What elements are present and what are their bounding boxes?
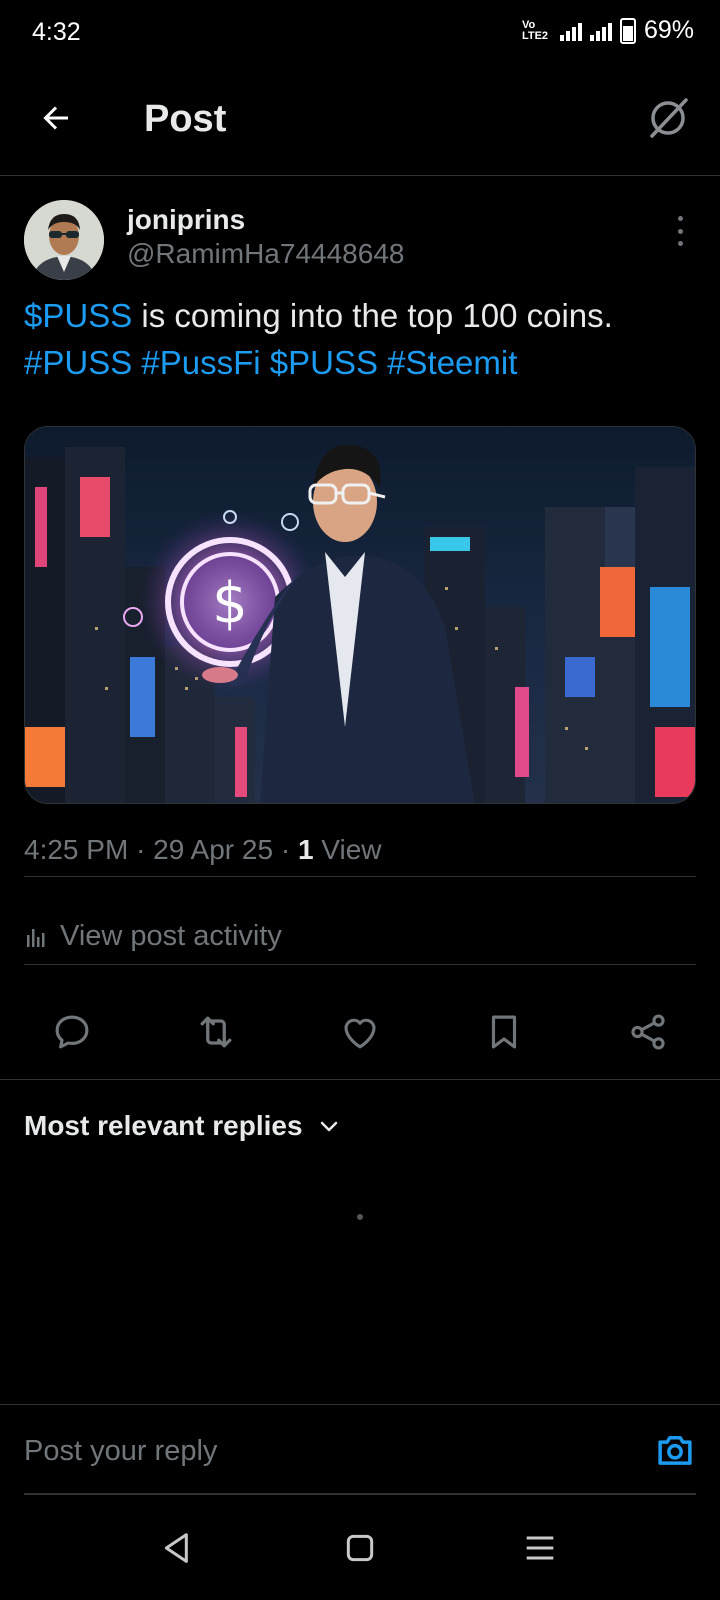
user-handle[interactable]: @RamimHa74448648 <box>127 238 404 270</box>
post-text-space <box>261 344 270 381</box>
svg-text:$: $ <box>212 571 248 636</box>
reply-icon <box>55 1015 89 1049</box>
nav-menu-button[interactable] <box>520 1528 560 1568</box>
reply-button[interactable] <box>48 1008 96 1056</box>
more-dot-icon <box>677 241 683 246</box>
battery-icon <box>619 17 636 44</box>
status-bar: 4:32 Vo LTE2 69% <box>0 0 720 64</box>
reply-input[interactable]: Post your reply <box>24 1435 217 1468</box>
grok-button[interactable] <box>644 94 692 142</box>
meta-separator: · <box>136 834 146 865</box>
share-button[interactable] <box>624 1008 672 1056</box>
like-button[interactable] <box>336 1008 384 1056</box>
post-text-space <box>378 344 387 381</box>
views-count: 1 <box>297 834 314 865</box>
hashtag-link[interactable]: #PussFi <box>141 344 260 381</box>
battery-percent: 69% <box>643 16 694 44</box>
signal-4g-icon <box>589 21 612 41</box>
divider <box>24 964 696 965</box>
view-post-activity-link[interactable]: View post activity <box>24 920 282 953</box>
camera-button[interactable] <box>654 1429 696 1471</box>
more-options-button[interactable] <box>670 216 690 246</box>
replies-sort-dropdown[interactable]: Most relevant replies <box>24 1110 341 1142</box>
camera-icon <box>658 1436 692 1465</box>
loading-indicator <box>357 1214 363 1220</box>
repost-button[interactable] <box>192 1008 240 1056</box>
square-home-icon <box>346 1534 374 1562</box>
post-time: 4:25 PM <box>24 834 129 865</box>
page-title: Post <box>144 98 227 140</box>
nav-home-button[interactable] <box>340 1528 380 1568</box>
bookmark-button[interactable] <box>480 1008 528 1056</box>
views-label: View <box>321 834 382 865</box>
post-text-space <box>132 344 141 381</box>
post-actions <box>0 984 720 1080</box>
menu-lines-icon <box>526 1536 554 1560</box>
nav-back-button[interactable] <box>158 1528 198 1568</box>
post-header: Post <box>0 64 720 176</box>
replies-sort-label: Most relevant replies <box>24 1110 303 1141</box>
system-nav-bar <box>0 1494 720 1600</box>
cashtag-link[interactable]: $PUSS <box>270 344 378 381</box>
post-text: $PUSS is coming into the top 100 coins. … <box>24 292 704 386</box>
display-name[interactable]: joniprins <box>127 204 245 236</box>
arrow-left-icon <box>43 106 68 130</box>
meta-separator: · <box>280 834 291 865</box>
post-meta: 4:25 PM · 29 Apr 25 · 1 View <box>24 834 381 866</box>
heart-icon <box>344 1018 376 1049</box>
hashtag-link[interactable]: #Steemit <box>387 344 517 381</box>
divider <box>24 876 696 877</box>
signal-icon <box>559 21 582 41</box>
volte-indicator: Vo LTE2 <box>521 18 549 42</box>
avatar[interactable] <box>24 200 104 280</box>
bookmark-icon <box>491 1015 517 1049</box>
post-text-segment: is coming into the top 100 coins. <box>132 297 613 334</box>
grok-slash-icon <box>650 98 688 138</box>
status-icons: Vo LTE2 69% <box>522 16 694 45</box>
back-button[interactable] <box>36 98 76 138</box>
activity-label: View post activity <box>60 920 282 952</box>
status-time: 4:32 <box>32 18 81 46</box>
post-image[interactable]: $ <box>24 426 696 804</box>
post-date: 29 Apr 25 <box>153 834 274 865</box>
chevron-down-icon <box>320 1121 337 1132</box>
more-dot-icon <box>677 216 683 221</box>
repost-icon <box>200 1016 232 1048</box>
hashtag-link[interactable]: #PUSS <box>24 344 132 381</box>
reply-composer: Post your reply <box>0 1404 720 1495</box>
more-dot-icon <box>677 228 683 234</box>
cashtag-link[interactable]: $PUSS <box>24 297 132 334</box>
analytics-icon <box>27 928 45 947</box>
share-icon <box>631 1014 665 1050</box>
triangle-back-icon <box>164 1533 188 1563</box>
